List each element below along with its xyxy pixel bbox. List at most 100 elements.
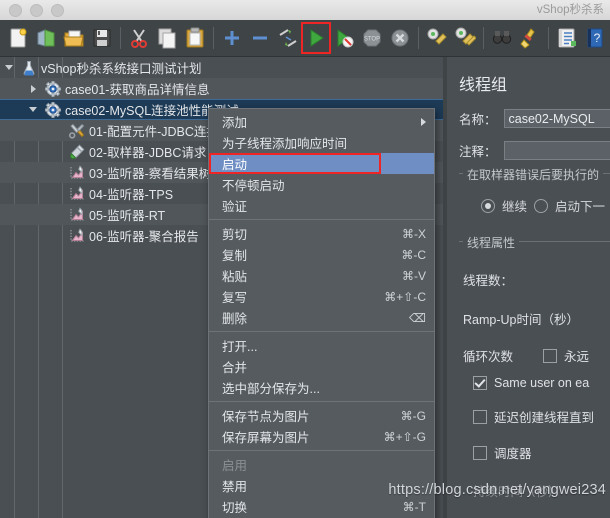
menu-separator bbox=[209, 401, 434, 402]
listener-icon bbox=[68, 164, 85, 181]
menu-item-accelerator: ⌘+⇧-C bbox=[384, 289, 426, 304]
new-icon[interactable] bbox=[4, 23, 32, 53]
menu-item-0-1[interactable]: 为子线程添加响应时间 bbox=[209, 132, 434, 153]
menu-item-label: 合并 bbox=[222, 361, 248, 375]
tree-twisty-none bbox=[52, 146, 63, 157]
tree-node-label: 04-监听器-TPS bbox=[89, 188, 174, 202]
start-no-pause-icon[interactable] bbox=[330, 23, 358, 53]
search-icon[interactable] bbox=[488, 23, 516, 53]
templates-icon[interactable] bbox=[32, 23, 60, 53]
menu-item-3-0[interactable]: 保存节点为图片 ⌘-G bbox=[209, 405, 434, 426]
start-icon[interactable] bbox=[301, 22, 331, 54]
tree-node-1[interactable]: case01-获取商品详情信息 bbox=[0, 78, 443, 99]
tree-node-label: vShop秒杀系统接口测试计划 bbox=[41, 62, 202, 76]
tree-node-0[interactable]: vShop秒杀系统接口测试计划 bbox=[0, 57, 443, 78]
listener-icon bbox=[68, 227, 85, 244]
tree-twisty-down-icon[interactable] bbox=[28, 104, 39, 115]
reset-search-icon[interactable] bbox=[516, 23, 544, 53]
delay-thread-checkbox[interactable] bbox=[473, 409, 487, 424]
toolbar-separator bbox=[213, 27, 214, 49]
svg-text:?: ? bbox=[594, 31, 601, 45]
zoom-button[interactable] bbox=[51, 3, 64, 17]
menu-item-1-2[interactable]: 粘贴 ⌘-V bbox=[209, 265, 434, 286]
tree-twisty-none bbox=[52, 209, 63, 220]
menu-item-label: 添加 bbox=[222, 116, 248, 130]
tree-node-label: 03-监听器-察看结果树 bbox=[89, 167, 212, 181]
delay-thread-label: 延迟创建线程直到 bbox=[494, 411, 595, 425]
menu-item-3-1[interactable]: 保存屏幕为图片 ⌘+⇧-G bbox=[209, 426, 434, 447]
menu-item-2-2[interactable]: 选中部分保存为... bbox=[209, 377, 434, 398]
clear-all-icon[interactable] bbox=[451, 23, 479, 53]
menu-item-accelerator: ⌘-X bbox=[402, 226, 426, 241]
menu-item-0-4[interactable]: 验证 bbox=[209, 195, 434, 216]
minimize-button[interactable] bbox=[30, 3, 43, 17]
menu-item-accelerator: ⌫ bbox=[409, 310, 426, 325]
comment-input[interactable] bbox=[503, 141, 610, 160]
loop-count-row: 循环次数 永远 bbox=[463, 346, 610, 365]
menu-item-1-0[interactable]: 剪切 ⌘-X bbox=[209, 223, 434, 244]
tree-node-label: 06-监听器-聚合报告 bbox=[89, 230, 199, 244]
menu-item-label: 打开... bbox=[222, 340, 258, 354]
function-helper-icon[interactable] bbox=[553, 23, 581, 53]
tree-twisty-down-icon[interactable] bbox=[4, 62, 15, 73]
menu-item-0-3[interactable]: 不停顿启动 bbox=[209, 174, 434, 195]
error-action-group: 在取样器错误后要执行的 继续 启动下一 bbox=[459, 166, 610, 215]
tree-twisty-none bbox=[52, 188, 63, 199]
toolbar-separator bbox=[120, 27, 121, 49]
same-user-checkbox[interactable] bbox=[473, 376, 487, 390]
window-controls[interactable] bbox=[0, 3, 64, 17]
menu-item-label: 保存屏幕为图片 bbox=[222, 431, 310, 445]
close-button[interactable] bbox=[9, 3, 22, 17]
menu-item-1-3[interactable]: 复写 ⌘+⇧-C bbox=[209, 286, 434, 307]
tree-context-menu[interactable]: 添加为子线程添加响应时间 启动 不停顿启动验证剪切 ⌘-X 复制 ⌘-C 粘贴 ⌘-V 复写 ⌘+… bbox=[208, 108, 435, 518]
radio-start-next-label: 启动下一 bbox=[555, 200, 606, 214]
forever-checkbox[interactable] bbox=[543, 348, 558, 363]
tree-node-label: 02-取样器-JDBC请求 bbox=[89, 146, 207, 160]
menu-item-4-0: 启用 bbox=[209, 454, 434, 475]
save-icon[interactable] bbox=[88, 23, 116, 53]
delay-thread-row: 延迟创建线程直到 bbox=[473, 407, 610, 426]
toggle-icon[interactable] bbox=[274, 23, 302, 53]
collapse-all-icon[interactable] bbox=[246, 23, 274, 53]
tree-twisty-right-icon[interactable] bbox=[28, 83, 39, 94]
paste-icon[interactable] bbox=[181, 23, 209, 53]
same-user-label: Same user on ea bbox=[494, 376, 590, 390]
radio-continue[interactable] bbox=[481, 198, 495, 213]
main-toolbar: STOP ? bbox=[0, 20, 610, 57]
clear-icon[interactable] bbox=[423, 23, 451, 53]
tree-twisty-none bbox=[52, 167, 63, 178]
radio-start-next[interactable] bbox=[534, 198, 549, 213]
menu-item-4-2[interactable]: 切换 ⌘-T bbox=[209, 496, 434, 517]
menu-separator bbox=[209, 219, 434, 220]
menu-item-label: 验证 bbox=[222, 200, 248, 214]
name-label: 名称： bbox=[459, 113, 497, 127]
copy-icon[interactable] bbox=[153, 23, 181, 53]
stop-icon[interactable]: STOP bbox=[358, 23, 386, 53]
menu-item-1-4[interactable]: 删除 ⌫ bbox=[209, 307, 434, 328]
menu-separator bbox=[209, 450, 434, 451]
menu-item-accelerator: ⌘-V bbox=[402, 268, 426, 283]
test-plan-icon bbox=[20, 59, 37, 76]
shutdown-icon[interactable] bbox=[386, 23, 414, 53]
title-bar: vShop秒杀系 bbox=[0, 0, 610, 21]
scheduler-label: 调度器 bbox=[494, 447, 532, 461]
watermark-text: https://blog.csdn.net/yangwei234 bbox=[388, 482, 606, 498]
menu-item-0-2[interactable]: 启动 bbox=[209, 153, 434, 174]
scheduler-checkbox[interactable] bbox=[473, 445, 487, 460]
help-icon[interactable]: ? bbox=[581, 23, 609, 53]
forever-label: 永远 bbox=[564, 350, 590, 364]
same-user-row: Same user on ea bbox=[473, 376, 610, 390]
cut-icon[interactable] bbox=[125, 23, 153, 53]
name-input[interactable]: case02-MySQL bbox=[503, 109, 610, 128]
menu-item-1-1[interactable]: 复制 ⌘-C bbox=[209, 244, 434, 265]
toolbar-separator bbox=[483, 27, 484, 49]
jmeter-window: vShop秒杀系 STOP ? vShop秒杀系统接口测试计划 case01-获… bbox=[0, 0, 610, 518]
config-element-icon bbox=[68, 122, 85, 139]
ramp-up-label: Ramp-Up时间（秒） bbox=[463, 313, 579, 327]
menu-item-0-0[interactable]: 添加 bbox=[209, 111, 434, 132]
menu-item-2-1[interactable]: 合并 bbox=[209, 356, 434, 377]
open-icon[interactable] bbox=[60, 23, 88, 53]
context-menu-body: 添加为子线程添加响应时间 启动 不停顿启动验证剪切 ⌘-X 复制 ⌘-C 粘贴 ⌘-V 复写 ⌘+… bbox=[209, 111, 434, 518]
menu-item-2-0[interactable]: 打开... bbox=[209, 335, 434, 356]
expand-all-icon[interactable] bbox=[218, 23, 246, 53]
